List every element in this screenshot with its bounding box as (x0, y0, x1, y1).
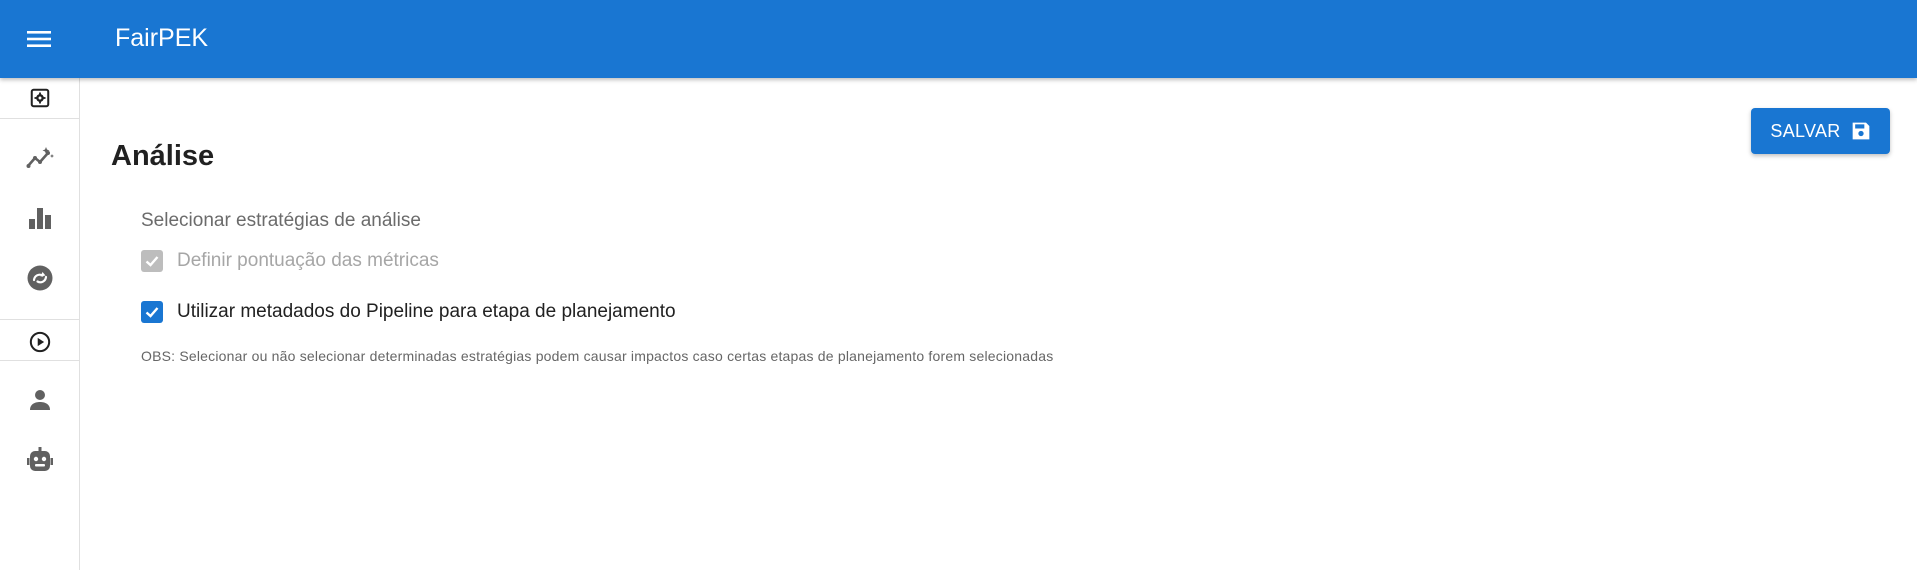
sidebar (0, 78, 80, 570)
menu-button[interactable] (18, 21, 60, 57)
sidebar-divider (0, 360, 80, 361)
refresh-circle-icon (27, 265, 53, 291)
sidebar-divider (0, 319, 80, 320)
settings-box-icon (30, 88, 50, 108)
pipeline-metadata-label[interactable]: Utilizar metadados do Pipeline para etap… (177, 301, 676, 323)
play-circle-icon (29, 331, 51, 353)
option-pipeline-metadata[interactable]: Utilizar metadados do Pipeline para etap… (141, 301, 676, 323)
floppy-disk-icon (1852, 122, 1869, 140)
section-label: Selecionar estratégias de análise (141, 210, 421, 231)
metric-scoring-checkbox (141, 250, 163, 272)
app-title: FairPEK (115, 24, 209, 52)
robot-icon (27, 447, 53, 471)
sidebar-item-settings[interactable] (0, 82, 80, 114)
pipeline-metadata-checkbox[interactable] (141, 301, 163, 323)
save-button[interactable]: SALVAR (1751, 108, 1890, 154)
bar-chart-icon (29, 208, 51, 229)
person-icon (30, 390, 50, 410)
sidebar-item-charts[interactable] (0, 200, 80, 236)
check-icon (145, 307, 159, 318)
sidebar-item-run[interactable] (0, 326, 80, 358)
main-content: SALVAR Análise Selecionar estratégias de… (80, 78, 1917, 570)
hamburger-menu-icon (27, 31, 51, 47)
sidebar-item-user[interactable] (0, 382, 80, 418)
page-title: Análise (111, 140, 215, 172)
metric-scoring-label: Definir pontuação das métricas (177, 250, 439, 271)
option-metric-scoring: Definir pontuação das métricas (141, 250, 439, 272)
sidebar-divider (0, 118, 80, 119)
sidebar-item-robot[interactable] (0, 442, 80, 478)
save-button-label: SALVAR (1770, 120, 1841, 141)
observation-note: OBS: Selecionar ou não selecionar determ… (141, 348, 1054, 364)
sidebar-item-refresh[interactable] (0, 260, 80, 296)
app-bar: FairPEK (0, 0, 1917, 78)
analytics-sparkle-icon (26, 147, 54, 168)
sidebar-item-analytics[interactable] (0, 140, 80, 176)
check-icon (145, 256, 159, 267)
